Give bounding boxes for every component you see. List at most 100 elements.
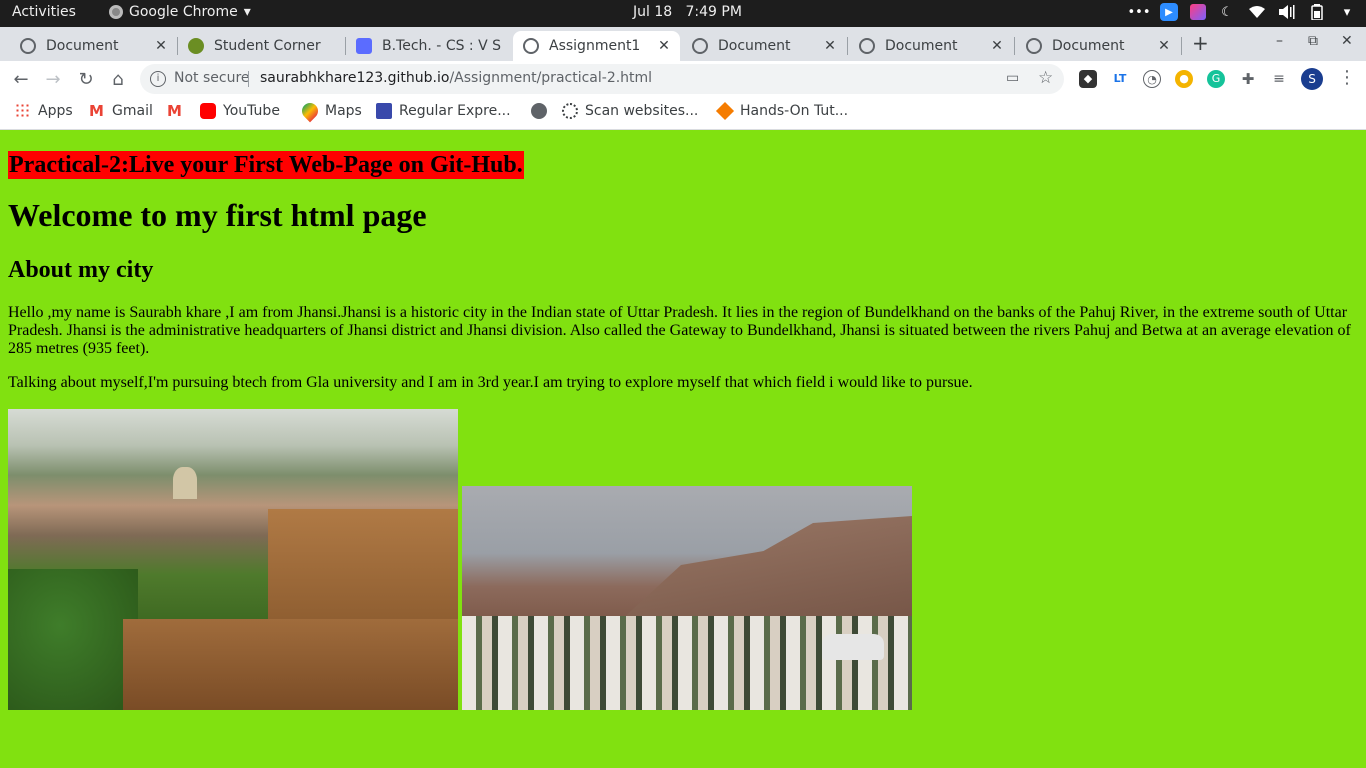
- url-path: /Assignment/practical-2.html: [449, 70, 653, 86]
- chrome-menu-icon[interactable]: ⋮: [1338, 67, 1356, 88]
- bookmark-star-icon[interactable]: ☆: [1038, 68, 1053, 88]
- security-label[interactable]: Not secure: [174, 70, 250, 86]
- bookmark-label: Apps: [38, 103, 73, 119]
- bookmark-globe[interactable]: [531, 103, 547, 119]
- tab-title: Document: [718, 38, 791, 54]
- globe-icon: [20, 38, 36, 54]
- regex-icon: [376, 103, 392, 119]
- omnibox-divider: [248, 71, 249, 87]
- about-me-paragraph: Talking about myself,I'm pursuing btech …: [8, 374, 973, 391]
- tab-document-2[interactable]: Document ✕: [682, 31, 846, 61]
- address-bar[interactable]: i Not secure saurabhkhare123.github.io/A…: [140, 64, 1064, 94]
- bookmark-regex[interactable]: Regular Expre...: [376, 103, 511, 119]
- tab-document-1[interactable]: Document ✕: [10, 31, 177, 61]
- tab-btech-cs[interactable]: B.Tech. - CS : V S: [346, 31, 513, 61]
- close-icon[interactable]: ✕: [820, 38, 840, 54]
- clock-date: Jul 18: [633, 4, 673, 20]
- practical-title: Practical-2:Live your First Web-Page on …: [8, 151, 524, 179]
- box-icon: [715, 101, 735, 121]
- new-tab-button[interactable]: +: [1192, 31, 1209, 55]
- forward-arrow-icon[interactable]: →: [42, 68, 64, 90]
- globe-icon: [523, 38, 539, 54]
- window-close-button[interactable]: ✕: [1341, 33, 1353, 49]
- cast-icon[interactable]: ▭: [1006, 70, 1019, 86]
- bookmark-gmail-2[interactable]: M: [167, 103, 183, 119]
- close-icon[interactable]: ✕: [151, 38, 171, 54]
- water-tower-shape: [173, 467, 197, 499]
- section-heading: About my city: [8, 257, 154, 283]
- activities-button[interactable]: Activities: [12, 4, 76, 20]
- cube-extension-icon[interactable]: ◆: [1079, 70, 1097, 88]
- web-page: Practical-2:Live your First Web-Page on …: [0, 131, 1366, 768]
- bookmark-label: Regular Expre...: [399, 103, 511, 119]
- maximize-button[interactable]: ⧉: [1308, 33, 1318, 49]
- volume-icon[interactable]: [1278, 3, 1296, 21]
- url-host: saurabhkhare123.github.io: [260, 70, 450, 86]
- close-icon[interactable]: ✕: [1154, 38, 1174, 54]
- globe-icon: [692, 38, 708, 54]
- info-icon[interactable]: i: [150, 71, 166, 87]
- lt-extension-icon[interactable]: LT: [1111, 70, 1129, 88]
- tab-assignment1[interactable]: Assignment1 ✕: [513, 31, 680, 61]
- back-arrow-icon[interactable]: ←: [10, 68, 32, 90]
- city-paragraph: Hello ,my name is Saurabh khare ,I am fr…: [8, 304, 1351, 357]
- clock[interactable]: Jul 18 7:49 PM: [633, 4, 742, 20]
- system-tray: ••• ▶ ☾ ▾: [1128, 3, 1356, 21]
- close-icon[interactable]: ✕: [654, 38, 674, 54]
- tab-separator: [1014, 37, 1015, 55]
- trees-shape: [8, 569, 138, 710]
- bookmark-scan-websites[interactable]: Scan websites...: [562, 103, 698, 119]
- app-menu-label: Google Chrome: [129, 4, 238, 20]
- globe-icon: [531, 103, 547, 119]
- grammarly-icon[interactable]: G: [1207, 70, 1225, 88]
- bookmark-label: Hands-On Tut...: [740, 103, 849, 119]
- close-icon[interactable]: ✕: [987, 38, 1007, 54]
- youtube-icon: [200, 103, 216, 119]
- browser-toolbar: ← → ↻ ⌂ i Not secure saurabhkhare123.git…: [0, 61, 1366, 97]
- tab-document-3[interactable]: Document ✕: [849, 31, 1013, 61]
- gmail-icon: M: [167, 102, 182, 120]
- more-dots-icon[interactable]: •••: [1128, 3, 1151, 21]
- chrome-icon: [109, 5, 123, 19]
- tab-separator: [1181, 37, 1182, 55]
- tab-title: Document: [885, 38, 958, 54]
- jhansi-fort-photo: [8, 409, 458, 710]
- tab-title: Document: [46, 38, 119, 54]
- maps-icon: [298, 99, 322, 123]
- town-shape: [462, 616, 912, 710]
- jhansi-hill-photo: [462, 486, 912, 710]
- globe-icon: [859, 38, 875, 54]
- night-light-icon[interactable]: ☾: [1218, 3, 1236, 21]
- figma-icon[interactable]: [1190, 4, 1206, 20]
- url-text[interactable]: saurabhkhare123.github.io/Assignment/pra…: [260, 70, 652, 86]
- extensions-puzzle-icon[interactable]: ✚: [1239, 70, 1257, 88]
- frog-icon: [188, 38, 204, 54]
- app-menu[interactable]: Google Chrome ▾: [109, 4, 251, 20]
- globe-icon: [1026, 38, 1042, 54]
- system-menu-chevron-icon[interactable]: ▾: [1338, 3, 1356, 21]
- tab-title: B.Tech. - CS : V S: [382, 38, 502, 54]
- tab-student-corner[interactable]: Student Corner: [178, 31, 345, 61]
- water-tank-shape: [822, 634, 884, 660]
- scan-icon: [562, 103, 578, 119]
- bookmark-maps[interactable]: Maps: [298, 99, 362, 123]
- battery-icon[interactable]: [1308, 3, 1326, 21]
- wifi-icon[interactable]: [1248, 3, 1266, 21]
- gmail-icon: M: [89, 102, 104, 120]
- speedometer-extension-icon[interactable]: ◔: [1143, 70, 1161, 88]
- bookmark-hands-on[interactable]: Hands-On Tut...: [715, 101, 849, 121]
- media-control-icon[interactable]: ≡: [1270, 70, 1288, 88]
- home-icon[interactable]: ⌂: [107, 68, 129, 90]
- reload-icon[interactable]: ↻: [75, 68, 97, 90]
- profile-avatar[interactable]: S: [1301, 68, 1323, 90]
- bookmark-label: Maps: [325, 103, 362, 119]
- meet-icon: [356, 38, 372, 54]
- bookmark-apps[interactable]: Apps: [15, 103, 73, 119]
- bookmark-youtube[interactable]: YouTube: [200, 103, 280, 119]
- bookmark-label: YouTube: [223, 103, 280, 119]
- minimize-button[interactable]: –: [1276, 33, 1283, 49]
- bookmark-gmail[interactable]: M Gmail: [89, 103, 153, 119]
- tab-document-4[interactable]: Document ✕: [1016, 31, 1180, 61]
- owl-extension-icon[interactable]: ●: [1175, 70, 1193, 88]
- zoom-icon[interactable]: ▶: [1160, 3, 1178, 21]
